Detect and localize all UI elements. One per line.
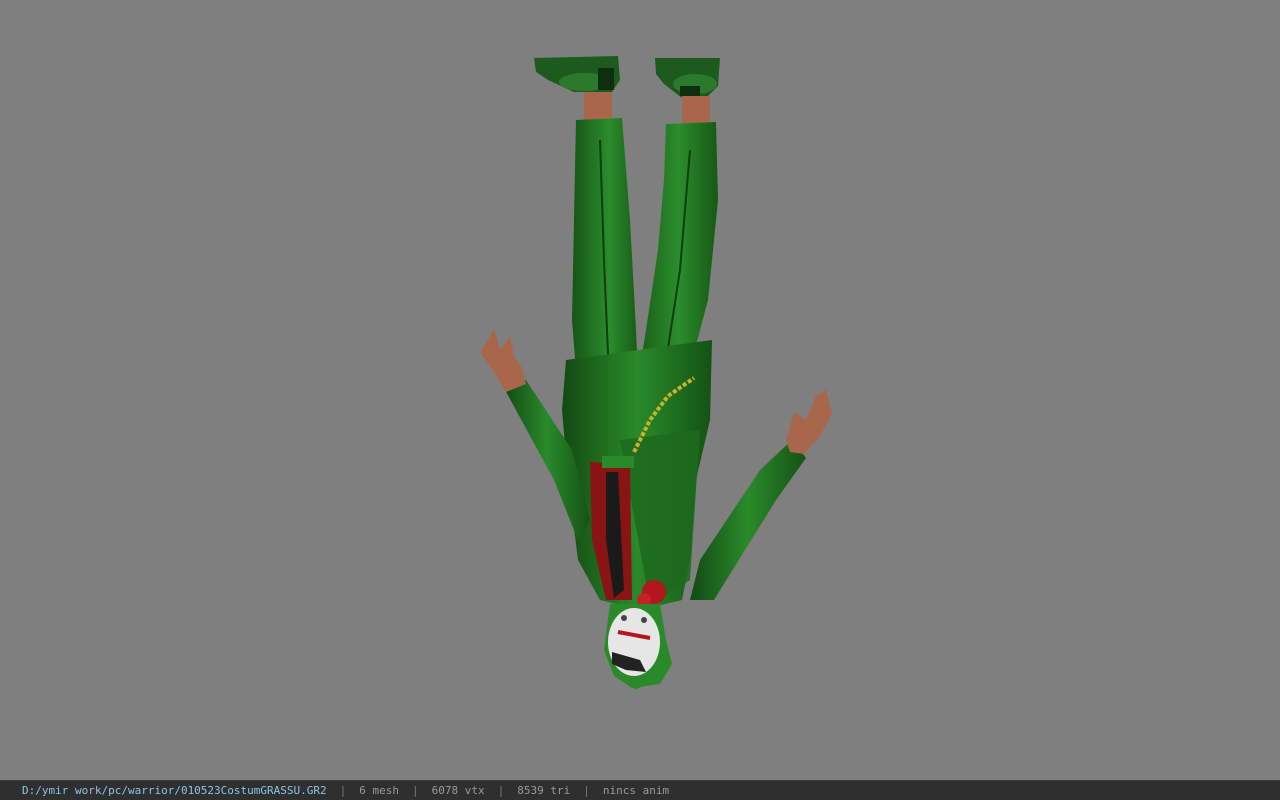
separator: | bbox=[412, 784, 419, 797]
animation-status: nincs anim bbox=[602, 784, 670, 797]
left-ankle bbox=[584, 92, 612, 120]
separator: | bbox=[583, 784, 590, 797]
status-bar: D:/ymir work/pc/warrior/010523CostumGRAS… bbox=[0, 780, 1280, 800]
left-hand bbox=[480, 328, 526, 392]
triangle-count: 8539 tri bbox=[517, 784, 571, 797]
character-head bbox=[604, 604, 672, 690]
separator: | bbox=[339, 784, 347, 797]
3d-viewport[interactable] bbox=[0, 0, 1280, 780]
right-ankle bbox=[682, 96, 710, 126]
separator: | bbox=[497, 784, 505, 797]
right-hand bbox=[786, 390, 832, 454]
vertex-count: 6078 vtx bbox=[431, 784, 485, 797]
character-model-icon bbox=[480, 56, 832, 690]
mesh-count: 6 mesh bbox=[359, 784, 400, 797]
right-arm bbox=[690, 440, 806, 600]
left-shoe bbox=[534, 56, 620, 92]
right-shoe bbox=[655, 58, 720, 98]
file-path: D:/ymir work/pc/warrior/010523CostumGRAS… bbox=[22, 784, 327, 797]
